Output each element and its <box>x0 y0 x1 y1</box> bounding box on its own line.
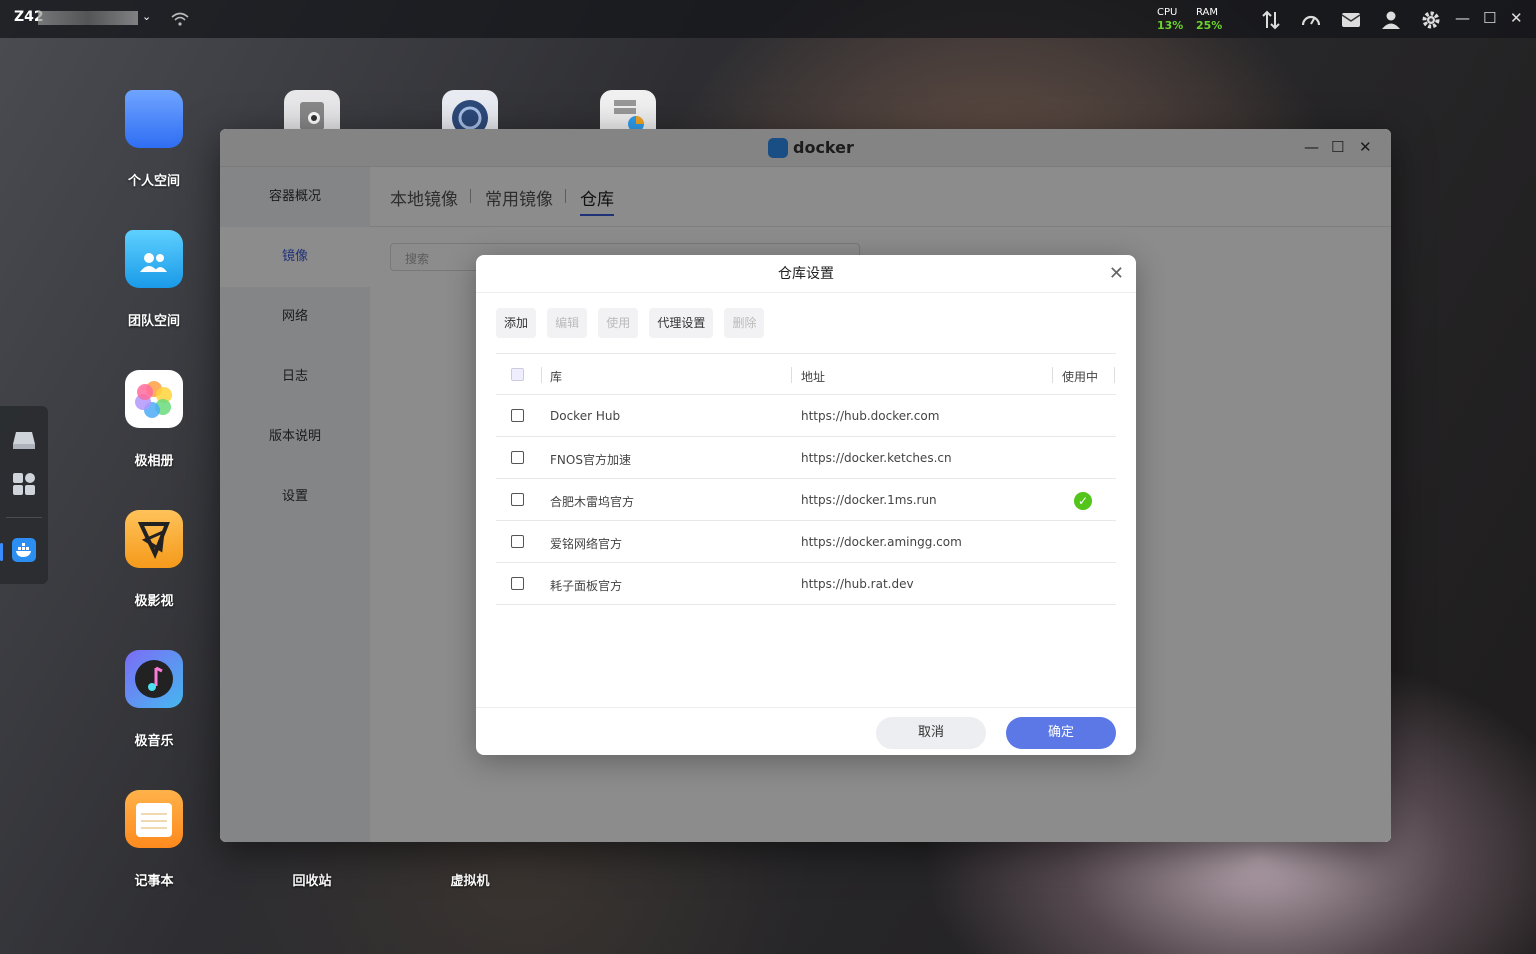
use-button[interactable]: 使用 <box>598 308 639 338</box>
table-row[interactable]: FNOS官方加速 https://docker.ketches.cn <box>496 437 1116 479</box>
column-divider <box>541 367 542 383</box>
delete-button[interactable]: 删除 <box>724 308 765 338</box>
table-header: 库 地址 使用中 <box>496 353 1116 395</box>
app-photos[interactable]: 极相册 <box>104 370 204 469</box>
dialog-close-icon[interactable]: ✕ <box>1109 255 1124 293</box>
dock-divider <box>6 517 42 518</box>
column-divider <box>1114 367 1115 383</box>
row-repo: 爱铭网络官方 <box>550 537 623 551</box>
app-label: 回收站 <box>292 874 332 889</box>
dock <box>0 406 48 584</box>
active-indicator <box>0 543 3 561</box>
ram-value: 25% <box>1196 19 1223 32</box>
minimize-icon[interactable]: — <box>1455 9 1470 27</box>
drive-icon[interactable] <box>10 426 38 454</box>
select-all-checkbox[interactable] <box>511 368 524 381</box>
app-label: 记事本 <box>134 874 174 889</box>
disk-app-icon[interactable] <box>284 90 340 130</box>
app-label: 个人空间 <box>127 174 180 189</box>
app-notes[interactable]: 记事本 <box>104 790 204 889</box>
app-label: 极相册 <box>134 454 174 469</box>
registry-table: 库 地址 使用中 Docker Hub https://hub.docker.c… <box>496 353 1116 605</box>
docker-icon[interactable] <box>12 538 36 562</box>
host-name-redacted <box>38 11 138 25</box>
ram-stat: RAM 25% <box>1196 6 1222 32</box>
row-repo: 耗子面板官方 <box>550 579 623 593</box>
folder-icon <box>125 90 183 148</box>
video-icon <box>125 510 183 568</box>
transfer-icon[interactable] <box>1260 9 1282 31</box>
user-icon[interactable] <box>1380 9 1402 31</box>
column-header-in-use: 使用中 <box>1062 370 1099 384</box>
row-address: https://hub.rat.dev <box>801 577 914 591</box>
speedometer-icon[interactable] <box>1300 9 1322 31</box>
proxy-settings-button[interactable]: 代理设置 <box>649 308 714 338</box>
storage-app-icon[interactable] <box>600 90 656 132</box>
table-row[interactable]: 爱铭网络官方 https://docker.amingg.com <box>496 521 1116 563</box>
app-label: 极音乐 <box>134 734 174 749</box>
app-personal-space[interactable]: 个人空间 <box>104 90 204 189</box>
table-row[interactable]: 耗子面板官方 https://hub.rat.dev <box>496 563 1116 605</box>
top-bar: Z42 ⌄ CPU 13% RAM 25% — ☐ ✕ <box>0 0 1536 38</box>
row-address: https://docker.1ms.run <box>801 493 937 507</box>
column-divider <box>791 367 792 383</box>
app-music[interactable]: 极音乐 <box>104 650 204 749</box>
column-divider <box>1052 367 1053 383</box>
photos-icon <box>125 370 183 428</box>
registry-settings-dialog: 仓库设置 ✕ 添加 编辑 使用 代理设置 删除 库 地址 使用中 Docker … <box>476 255 1136 755</box>
cancel-button[interactable]: 取消 <box>876 717 986 749</box>
apps-grid-icon[interactable] <box>10 470 38 498</box>
notepad-icon <box>125 790 183 848</box>
dialog-title: 仓库设置 <box>778 266 834 282</box>
mail-icon[interactable] <box>1340 9 1362 31</box>
dialog-title-bar: 仓库设置 ✕ <box>476 255 1136 293</box>
cpu-label: CPU <box>1157 7 1178 18</box>
wifi-icon[interactable] <box>170 10 190 28</box>
table-row[interactable]: Docker Hub https://hub.docker.com <box>496 395 1116 437</box>
edit-button[interactable]: 编辑 <box>547 308 588 338</box>
row-repo: Docker Hub <box>550 409 621 423</box>
column-header-repo: 库 <box>550 370 563 384</box>
row-checkbox[interactable] <box>511 493 524 506</box>
app-team-space[interactable]: 团队空间 <box>104 230 204 329</box>
row-address: https://docker.amingg.com <box>801 535 962 549</box>
app-label: 团队空间 <box>127 314 180 329</box>
ram-label: RAM <box>1196 7 1219 18</box>
row-checkbox[interactable] <box>511 409 524 422</box>
app-video[interactable]: 极影视 <box>104 510 204 609</box>
add-button[interactable]: 添加 <box>496 308 537 338</box>
in-use-check-icon: ✓ <box>1074 492 1092 510</box>
music-icon <box>125 650 183 708</box>
dialog-footer: 取消 确定 <box>476 707 1136 755</box>
dialog-toolbar: 添加 编辑 使用 代理设置 删除 <box>496 308 770 338</box>
row-checkbox[interactable] <box>511 451 524 464</box>
close-icon[interactable]: ✕ <box>1510 9 1523 27</box>
maximize-icon[interactable]: ☐ <box>1483 9 1496 27</box>
column-header-address: 地址 <box>801 370 826 384</box>
team-folder-icon <box>125 230 183 288</box>
table-row[interactable]: 合肥木雷坞官方 https://docker.1ms.run ✓ <box>496 479 1116 521</box>
row-address: https://docker.ketches.cn <box>801 451 952 465</box>
row-checkbox[interactable] <box>511 535 524 548</box>
chevron-down-icon[interactable]: ⌄ <box>142 10 151 23</box>
row-address: https://hub.docker.com <box>801 409 940 423</box>
row-checkbox[interactable] <box>511 577 524 590</box>
confirm-button[interactable]: 确定 <box>1006 717 1116 749</box>
row-repo: FNOS官方加速 <box>550 453 631 467</box>
system-settings-icon[interactable] <box>442 90 498 136</box>
cpu-stat: CPU 13% <box>1157 6 1183 32</box>
app-label: 极影视 <box>134 594 174 609</box>
row-repo: 合肥木雷坞官方 <box>550 495 635 509</box>
app-label: 虚拟机 <box>450 874 490 889</box>
gear-icon[interactable] <box>1420 9 1442 31</box>
cpu-value: 13% <box>1157 19 1184 32</box>
